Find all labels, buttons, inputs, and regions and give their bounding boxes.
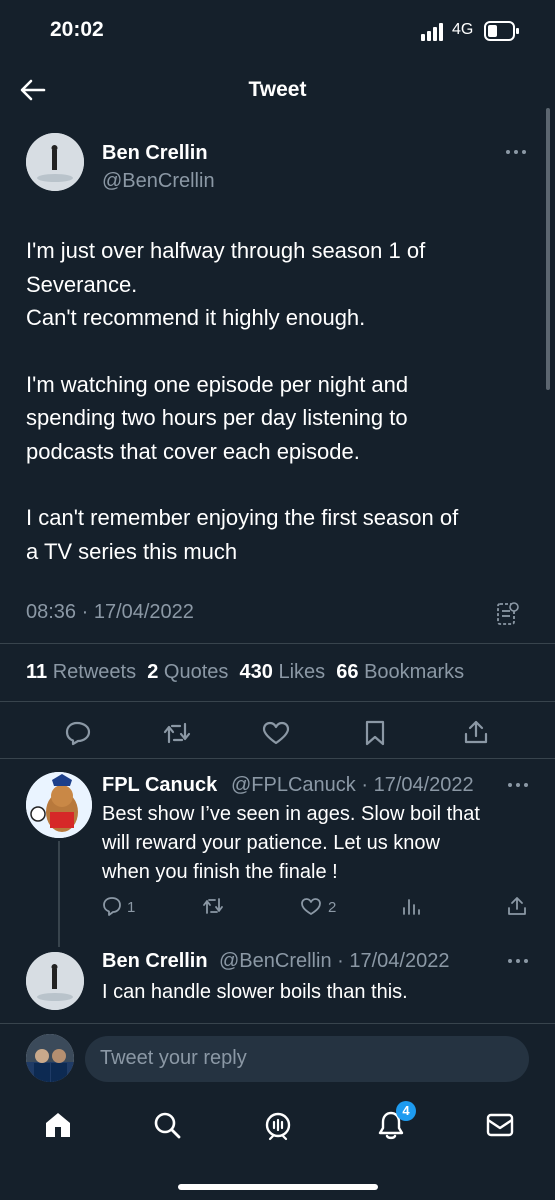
bookmarks-stat[interactable]: 66 Bookmarks bbox=[331, 661, 464, 683]
reply-icon[interactable] bbox=[64, 720, 92, 746]
avatar[interactable] bbox=[26, 772, 92, 838]
more-options-icon[interactable] bbox=[507, 957, 529, 965]
home-indicator[interactable] bbox=[178, 1184, 378, 1190]
tweet-line: I'm watching one episode per night and bbox=[26, 371, 409, 397]
view-analytics-icon[interactable] bbox=[496, 601, 520, 627]
tweet-line: spending two hours per day listening to bbox=[26, 405, 408, 430]
reply-line: when you finish the finale ! bbox=[102, 861, 338, 883]
spaces-icon[interactable] bbox=[262, 1109, 294, 1141]
retweets-stat[interactable]: 11 Retweets bbox=[26, 661, 136, 683]
like-icon[interactable] bbox=[262, 721, 290, 745]
more-options-icon[interactable] bbox=[507, 781, 529, 789]
avatar-image bbox=[26, 952, 84, 1010]
avatar[interactable] bbox=[26, 952, 84, 1010]
reply-handle-date[interactable]: @FPLCanuck · 17/04/2022 bbox=[231, 774, 474, 797]
messages-icon[interactable] bbox=[485, 1111, 515, 1139]
avatar-image bbox=[26, 133, 84, 191]
reply-text: Best show I’ve seen in ages. Slow boil t… bbox=[102, 800, 532, 887]
share-icon[interactable] bbox=[463, 719, 489, 745]
avatar-image bbox=[26, 1034, 74, 1082]
tweet-line: Severance. bbox=[26, 271, 138, 297]
reply-line: I can handle slower boils than this. bbox=[102, 981, 408, 1003]
reply-line: Best show I’ve seen in ages. Slow boil t… bbox=[102, 803, 480, 825]
status-bar: 20:02 4G bbox=[0, 0, 555, 62]
reply-author-name[interactable]: Ben Crellin bbox=[102, 950, 208, 973]
tweet-line: Can't recommend it highly enough. bbox=[26, 305, 366, 330]
retweet-icon[interactable] bbox=[201, 897, 225, 915]
scrollbar[interactable] bbox=[546, 108, 550, 390]
reply-line: will reward your patience. Let us know bbox=[102, 832, 440, 854]
signal-icon bbox=[421, 23, 443, 41]
avatar[interactable] bbox=[26, 1034, 74, 1082]
tweet-stats: 11 Retweets 2 Quotes 430 Likes 66 Bookma… bbox=[26, 661, 464, 684]
reply-count: 1 bbox=[127, 899, 136, 916]
likes-stat[interactable]: 430 Likes bbox=[234, 661, 326, 683]
retweets-count: 11 bbox=[26, 661, 48, 683]
more-options-icon[interactable] bbox=[505, 148, 527, 156]
tweet-line: a TV series this much bbox=[26, 538, 238, 564]
reply-text: I can handle slower boils than this. bbox=[102, 978, 532, 1007]
likes-label: Likes bbox=[278, 661, 326, 683]
tweet-line: podcasts that cover each episode. bbox=[26, 438, 360, 464]
network-type: 4G bbox=[452, 21, 474, 38]
reply-handle-date[interactable]: @BenCrellin · 17/04/2022 bbox=[219, 950, 449, 973]
analytics-icon[interactable] bbox=[401, 896, 421, 916]
divider bbox=[0, 643, 555, 644]
quotes-stat[interactable]: 2 Quotes bbox=[142, 661, 229, 683]
quotes-count: 2 bbox=[147, 661, 159, 683]
like-count: 2 bbox=[328, 899, 337, 916]
reply-input-placeholder: Tweet your reply bbox=[100, 1047, 247, 1069]
bookmark-icon[interactable] bbox=[364, 720, 386, 746]
home-icon[interactable] bbox=[43, 1110, 73, 1140]
divider bbox=[0, 701, 555, 702]
author-handle[interactable]: @BenCrellin bbox=[102, 170, 215, 193]
share-icon[interactable] bbox=[507, 896, 527, 916]
page-title: Tweet bbox=[248, 78, 307, 101]
bookmarks-count: 66 bbox=[336, 661, 359, 683]
likes-count: 430 bbox=[239, 661, 273, 683]
divider bbox=[0, 758, 555, 759]
bookmarks-label: Bookmarks bbox=[364, 661, 465, 683]
reply-author-name[interactable]: FPL Canuck bbox=[102, 774, 217, 797]
tweet-timestamp[interactable]: 08:36 · 17/04/2022 bbox=[26, 601, 194, 624]
quotes-label: Quotes bbox=[163, 661, 229, 683]
thread-line bbox=[58, 841, 60, 947]
author-name[interactable]: Ben Crellin bbox=[102, 142, 208, 165]
retweet-icon[interactable] bbox=[162, 722, 192, 744]
like-icon[interactable] bbox=[300, 897, 322, 916]
divider bbox=[0, 1023, 555, 1024]
tweet-line: I can't remember enjoying the first seas… bbox=[26, 505, 459, 530]
notifications-badge: 4 bbox=[396, 1101, 416, 1121]
reply-icon[interactable] bbox=[102, 896, 122, 916]
avatar-image bbox=[26, 772, 92, 838]
tweet-text: I'm just over halfway through season 1 o… bbox=[26, 234, 536, 568]
retweets-label: Retweets bbox=[52, 661, 137, 683]
tweet-line: I'm just over halfway through season 1 o… bbox=[26, 238, 426, 263]
search-icon[interactable] bbox=[152, 1110, 182, 1140]
status-time: 20:02 bbox=[50, 18, 104, 41]
avatar[interactable] bbox=[26, 133, 84, 191]
battery-icon bbox=[484, 21, 519, 41]
